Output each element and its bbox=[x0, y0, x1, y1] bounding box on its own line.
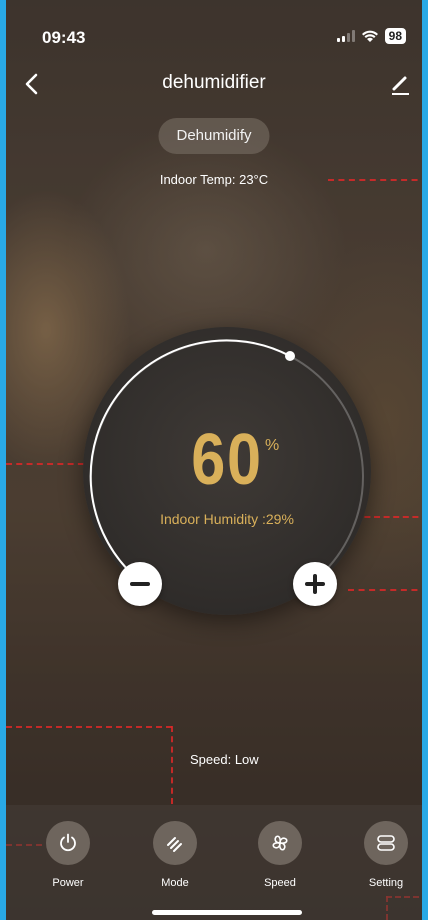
annotation-line bbox=[171, 726, 173, 804]
minus-icon bbox=[130, 582, 150, 586]
increase-button[interactable] bbox=[293, 562, 337, 606]
tab-power[interactable]: Power bbox=[28, 821, 108, 889]
decrease-button[interactable] bbox=[118, 562, 162, 606]
header: dehumidifier bbox=[6, 62, 422, 106]
tab-speed[interactable]: Speed bbox=[240, 821, 320, 889]
mode-pill[interactable]: Dehumidify bbox=[158, 118, 270, 154]
page-title: dehumidifier bbox=[162, 72, 266, 93]
annotation-line bbox=[6, 726, 172, 728]
battery-icon: 98 bbox=[384, 28, 406, 44]
tab-label: Mode bbox=[161, 877, 189, 889]
target-humidity-unit: % bbox=[265, 437, 280, 454]
app-screen: 09:43 98 dehumidifier Dehumidify Indoor … bbox=[0, 0, 428, 920]
status-icons: 98 bbox=[336, 28, 406, 44]
indoor-humidity: Indoor Humidity :29% bbox=[160, 511, 294, 527]
setting-icon bbox=[364, 821, 408, 865]
home-indicator bbox=[152, 910, 302, 915]
bottom-bar: Power Mode Speed Setting bbox=[6, 805, 422, 920]
tab-label: Speed bbox=[264, 877, 296, 889]
status-bar: 09:43 98 bbox=[6, 0, 422, 60]
target-humidity-value: 60 bbox=[191, 420, 263, 500]
tab-setting[interactable]: Setting bbox=[346, 821, 422, 889]
status-time: 09:43 bbox=[42, 28, 86, 47]
signal-icon bbox=[336, 30, 355, 42]
mode-icon bbox=[153, 821, 197, 865]
pencil-icon bbox=[392, 76, 409, 95]
edit-button[interactable] bbox=[388, 70, 412, 96]
tab-label: Setting bbox=[368, 877, 404, 889]
wifi-icon bbox=[361, 30, 378, 42]
annotation-line bbox=[328, 179, 422, 181]
dial-handle[interactable] bbox=[285, 351, 295, 361]
speed-status: Speed: Low bbox=[190, 752, 259, 767]
tab-mode[interactable]: Mode bbox=[135, 821, 215, 889]
fan-icon bbox=[258, 821, 302, 865]
power-icon bbox=[46, 821, 90, 865]
tab-label: Power bbox=[52, 877, 84, 889]
